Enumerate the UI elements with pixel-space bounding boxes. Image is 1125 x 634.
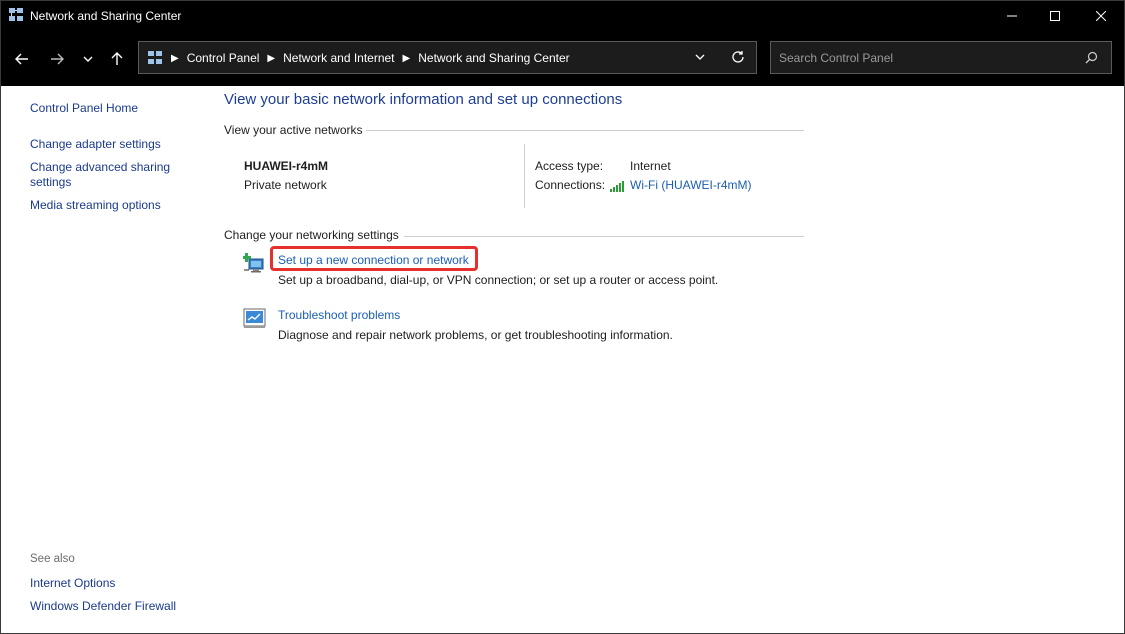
back-button[interactable] — [10, 47, 34, 71]
breadcrumb-control-panel[interactable]: Control Panel — [187, 51, 260, 65]
change-adapter-settings-link[interactable]: Change adapter settings — [30, 137, 190, 152]
divider — [366, 130, 804, 131]
chevron-right-icon[interactable]: ▶ — [171, 53, 179, 64]
network-type[interactable]: Private network — [244, 178, 327, 192]
search-box[interactable] — [770, 41, 1112, 74]
breadcrumb-network-and-sharing-center[interactable]: Network and Sharing Center — [418, 51, 569, 65]
divider — [404, 236, 804, 237]
control-panel-icon — [148, 51, 162, 64]
chevron-down-icon — [83, 56, 93, 62]
connections-label: Connections: — [535, 178, 606, 192]
navigation-bar: ▶ Control Panel ▶ Network and Internet ▶… — [0, 31, 1125, 86]
networking-settings-label: Change your networking settings — [224, 228, 399, 242]
search-input[interactable] — [779, 49, 1079, 67]
troubleshoot-problems-link[interactable]: Troubleshoot problems — [278, 308, 400, 322]
close-icon — [1096, 10, 1106, 21]
see-also-label: See also — [30, 553, 75, 565]
setup-new-connection-description: Set up a broadband, dial-up, or VPN conn… — [278, 273, 719, 287]
media-streaming-options-link[interactable]: Media streaming options — [30, 198, 190, 213]
active-networks-label: View your active networks — [224, 123, 363, 137]
minimize-icon — [1007, 15, 1017, 16]
arrow-right-icon — [51, 53, 64, 65]
internet-options-link[interactable]: Internet Options — [30, 576, 190, 591]
address-dropdown-icon[interactable] — [695, 52, 705, 62]
wifi-connection-link[interactable]: Wi-Fi (HUAWEI-r4mM) — [610, 178, 752, 192]
wifi-signal-icon — [610, 181, 624, 192]
network-center-icon — [9, 8, 23, 21]
control-panel-home-link[interactable]: Control Panel Home — [30, 101, 190, 116]
close-button[interactable] — [1078, 0, 1124, 31]
minimize-button[interactable] — [989, 0, 1035, 31]
arrow-up-icon — [111, 52, 123, 65]
troubleshoot-problems-description: Diagnose and repair network problems, or… — [278, 328, 673, 342]
windows-defender-firewall-link[interactable]: Windows Defender Firewall — [30, 599, 190, 614]
new-connection-icon — [243, 253, 264, 273]
address-box[interactable]: ▶ Control Panel ▶ Network and Internet ▶… — [138, 41, 757, 74]
access-type-value: Internet — [630, 159, 671, 173]
recent-locations-button[interactable] — [76, 47, 100, 71]
main-content: View your basic network information and … — [200, 86, 1125, 634]
forward-button[interactable] — [45, 47, 69, 71]
maximize-icon — [1050, 10, 1060, 21]
up-button[interactable] — [105, 47, 129, 71]
arrow-left-icon — [15, 53, 28, 65]
page-title: View your basic network information and … — [224, 91, 623, 108]
maximize-button[interactable] — [1032, 0, 1078, 31]
chevron-right-icon[interactable]: ▶ — [403, 53, 411, 64]
title-bar: Network and Sharing Center — [0, 0, 1125, 31]
breadcrumb-network-and-internet[interactable]: Network and Internet — [283, 51, 394, 65]
search-icon[interactable] — [1085, 51, 1098, 64]
network-name: HUAWEI-r4mM — [244, 159, 329, 173]
highlight-box — [270, 246, 478, 271]
window-title: Network and Sharing Center — [30, 9, 182, 23]
access-type-label: Access type: — [535, 159, 604, 173]
breadcrumb: ▶ Control Panel ▶ Network and Internet ▶… — [169, 51, 576, 65]
troubleshoot-icon — [243, 308, 266, 328]
refresh-icon[interactable] — [731, 50, 745, 64]
chevron-right-icon[interactable]: ▶ — [267, 53, 275, 64]
wifi-connection-label[interactable]: Wi-Fi (HUAWEI-r4mM) — [630, 178, 752, 192]
change-advanced-sharing-settings-link[interactable]: Change advanced sharing settings — [30, 160, 180, 190]
divider — [524, 144, 525, 208]
left-pane: Control Panel Home Change adapter settin… — [0, 86, 200, 634]
